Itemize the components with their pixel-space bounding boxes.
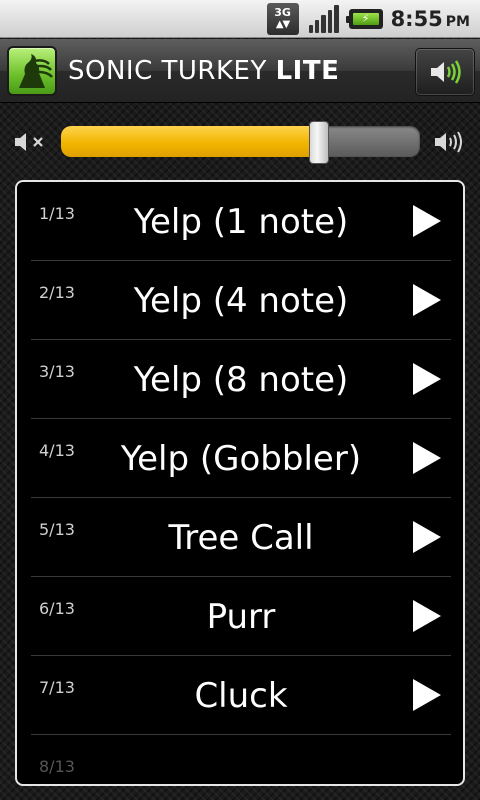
app-title-main: SONIC TURKEY [68, 56, 267, 86]
item-name: Yelp (4 note) [133, 280, 349, 321]
item-name: Tree Call [168, 517, 314, 558]
play-icon[interactable] [411, 282, 443, 318]
clock-ampm: PM [445, 13, 470, 30]
item-name: Purr [206, 596, 276, 637]
play-icon[interactable] [411, 519, 443, 555]
status-bar: 3G ▲▼ ⚡ 8:55 PM [0, 0, 480, 38]
speaker-loud-icon[interactable] [434, 129, 468, 155]
app-title-lite: LITE [275, 56, 340, 86]
app-title: SONIC TURKEY LITE [68, 56, 339, 86]
network-label: 3G [274, 5, 291, 19]
item-name: Cluck [194, 675, 288, 716]
speaker-mute-icon[interactable] [14, 131, 48, 153]
volume-slider-thumb[interactable] [309, 121, 330, 164]
volume-slider-fill [61, 126, 320, 157]
sound-item[interactable]: 3/13 Yelp (8 note) [31, 340, 451, 419]
app-title-bar: SONIC TURKEY LITE [0, 39, 480, 103]
sound-item[interactable]: 7/13 Cluck [31, 656, 451, 735]
speaker-on-icon [431, 60, 461, 84]
item-name: Yelp (Gobbler) [120, 438, 362, 479]
play-icon[interactable] [411, 598, 443, 634]
item-name: Yelp (1 note) [133, 201, 349, 242]
sound-item[interactable]: 4/13 Yelp (Gobbler) [31, 419, 451, 498]
volume-slider-track[interactable] [61, 126, 420, 157]
sound-item[interactable]: 5/13 Tree Call [31, 498, 451, 577]
item-name: Yelp (8 note) [133, 359, 349, 400]
sound-toggle-button[interactable] [415, 48, 475, 96]
clock-time: 8:55 [390, 6, 443, 31]
sound-item[interactable]: 1/13 Yelp (1 note) [31, 182, 451, 261]
volume-control [0, 112, 480, 172]
signal-icon [307, 3, 341, 35]
play-icon[interactable] [411, 203, 443, 239]
item-index: 8/13 [39, 757, 75, 776]
battery-charging-icon: ⚡ [345, 8, 383, 29]
network-3g-icon: 3G ▲▼ [266, 2, 299, 35]
sound-list[interactable]: 1/13 Yelp (1 note) 2/13 Yelp (4 note) 3/… [15, 180, 465, 786]
status-clock: 8:55 PM [391, 7, 470, 31]
play-icon[interactable] [411, 440, 443, 476]
sound-item[interactable]: 8/13 [31, 735, 451, 784]
sound-item[interactable]: 6/13 Purr [31, 577, 451, 656]
sound-item[interactable]: 2/13 Yelp (4 note) [31, 261, 451, 340]
play-icon[interactable] [411, 677, 443, 713]
turkey-logo-icon [7, 46, 57, 96]
play-icon[interactable] [411, 361, 443, 397]
